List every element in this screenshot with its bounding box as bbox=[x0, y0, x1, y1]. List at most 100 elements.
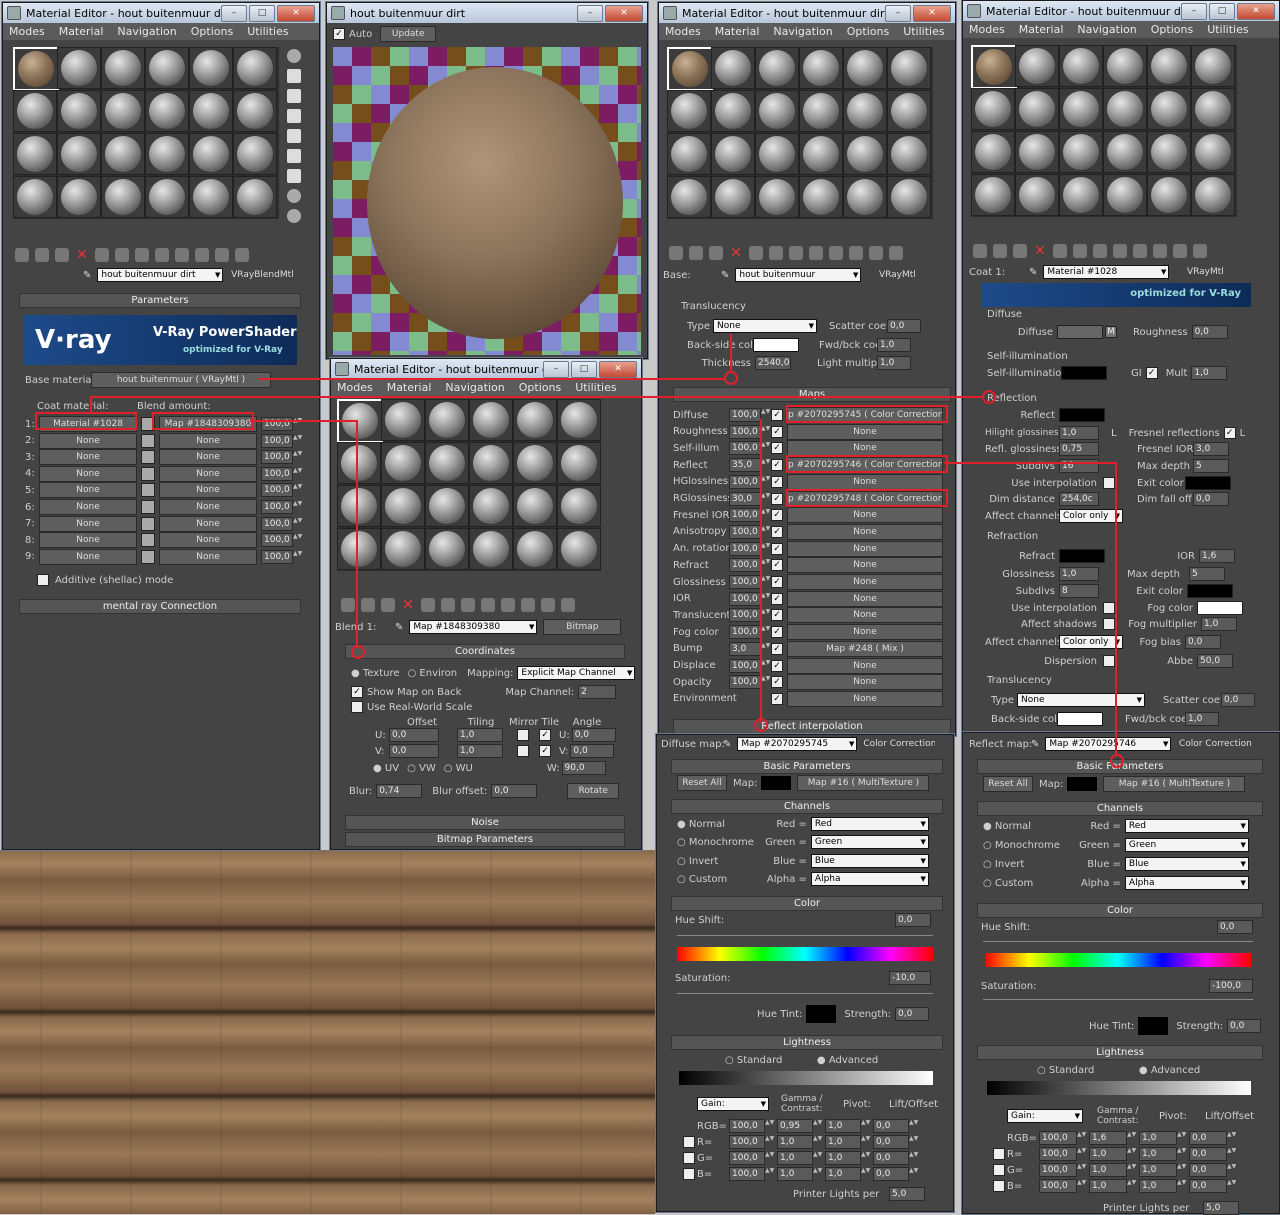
go-to-parent-icon[interactable] bbox=[541, 598, 555, 612]
close-button[interactable]: ✕ bbox=[605, 5, 643, 22]
sample-slot[interactable] bbox=[667, 47, 713, 91]
map-slot-button[interactable]: None bbox=[787, 507, 943, 524]
bitmap-map-name[interactable]: Map #1848309380 bbox=[409, 620, 538, 634]
put-material-icon[interactable] bbox=[35, 248, 49, 262]
sample-slot[interactable] bbox=[513, 399, 557, 441]
v-tile-checkbox[interactable]: ✓ bbox=[539, 745, 551, 757]
gain-value-field[interactable]: 0,0 bbox=[1189, 1179, 1227, 1193]
go-to-parent-icon[interactable] bbox=[869, 246, 883, 260]
gain-value-field[interactable]: 0,0 bbox=[873, 1167, 909, 1181]
show-map-icon[interactable] bbox=[1133, 244, 1147, 258]
cc2-green-dropdown[interactable]: Green bbox=[1124, 838, 1249, 852]
sample-slot[interactable] bbox=[425, 399, 469, 441]
sample-slot[interactable] bbox=[799, 90, 843, 132]
glossiness-field[interactable]: 1,0 bbox=[1059, 567, 1099, 581]
put-to-library-icon[interactable] bbox=[461, 598, 475, 612]
minimize-button[interactable]: – bbox=[221, 5, 247, 22]
sample-slot[interactable] bbox=[1147, 88, 1191, 130]
map-slot-button[interactable]: None bbox=[787, 523, 943, 540]
cc1-normal-radio[interactable]: ● bbox=[677, 819, 689, 830]
cc2-map-button[interactable]: Map #16 ( MultiTexture ) bbox=[1103, 776, 1246, 792]
sample-slot[interactable] bbox=[1059, 174, 1103, 216]
map-amount-field[interactable]: 100,0 bbox=[729, 474, 761, 489]
map-amount-field[interactable]: 100,0 bbox=[729, 408, 761, 422]
blend-amount-field[interactable]: 100,0 bbox=[261, 483, 293, 498]
cc1-saturation-slider[interactable] bbox=[677, 987, 933, 994]
spinner-icon[interactable]: ▲▼ bbox=[1077, 1164, 1086, 1176]
menu-material[interactable]: Material bbox=[715, 25, 760, 38]
material-name-field[interactable]: hout buitenmuur dirt bbox=[97, 268, 224, 282]
fog-bias-field[interactable]: 0,0 bbox=[1185, 635, 1221, 649]
bitmap-type-button[interactable]: Bitmap bbox=[543, 619, 622, 635]
spinner-icon[interactable]: ▲▼ bbox=[1227, 1164, 1236, 1176]
vw-radio[interactable]: ○ bbox=[407, 763, 419, 774]
refl-gloss-field[interactable]: 0,75 bbox=[1059, 442, 1099, 456]
menu-modes[interactable]: Modes bbox=[969, 23, 1005, 36]
sample-slot[interactable] bbox=[381, 485, 425, 527]
sample-type-icon[interactable] bbox=[287, 49, 301, 63]
sample-slot[interactable] bbox=[57, 47, 101, 89]
sample-slot[interactable] bbox=[1191, 174, 1235, 216]
sample-slot[interactable] bbox=[843, 133, 887, 175]
sample-slot[interactable] bbox=[469, 442, 513, 484]
max-depth2-field[interactable]: 5 bbox=[1189, 567, 1225, 581]
menu-utilities[interactable]: Utilities bbox=[575, 381, 616, 394]
map-amount-field[interactable]: 35,0 bbox=[729, 458, 761, 473]
cc1-strength-field[interactable]: 0,0 bbox=[895, 1007, 930, 1021]
v-angle-field[interactable]: 0,0 bbox=[570, 744, 615, 758]
spinner-icon[interactable]: ▲▼ bbox=[293, 501, 302, 513]
cc1-alpha-dropdown[interactable]: Alpha bbox=[810, 872, 929, 886]
mult-field[interactable]: 1,0 bbox=[1191, 366, 1228, 380]
sample-slot[interactable] bbox=[57, 176, 101, 218]
sample-slot[interactable] bbox=[189, 47, 233, 89]
menu-options[interactable]: Options bbox=[519, 381, 561, 394]
sample-slot[interactable] bbox=[381, 399, 425, 441]
coat-color-swatch[interactable] bbox=[141, 466, 155, 481]
cc1-channels-rollout[interactable]: Channels bbox=[671, 799, 943, 814]
cc1-map-swatch[interactable] bbox=[761, 776, 792, 790]
gain-channel-checkbox[interactable] bbox=[993, 1180, 1005, 1192]
go-forward-icon[interactable] bbox=[1193, 244, 1207, 258]
affect-channels-dropdown[interactable]: Color only bbox=[1059, 509, 1123, 523]
spinner-icon[interactable]: ▲▼ bbox=[293, 434, 302, 447]
diffuse-map-button[interactable]: M bbox=[1105, 326, 1117, 338]
spinner-icon[interactable]: ▲▼ bbox=[813, 1168, 822, 1180]
ior-field[interactable]: 1,6 bbox=[1199, 549, 1235, 563]
eyedropper-icon[interactable]: ✎ bbox=[395, 622, 403, 633]
put-material-icon[interactable] bbox=[361, 598, 375, 612]
gain-channel-checkbox[interactable] bbox=[993, 1148, 1005, 1160]
uv-radio[interactable]: ● bbox=[373, 763, 385, 774]
sample-slot[interactable] bbox=[557, 528, 601, 570]
show-end-result-icon[interactable] bbox=[521, 598, 535, 612]
sample-slot[interactable] bbox=[513, 528, 557, 570]
spinner-icon[interactable]: ▲▼ bbox=[909, 1136, 918, 1148]
coat-material-button[interactable]: None bbox=[39, 465, 137, 482]
abbe-field[interactable]: 50,0 bbox=[1197, 654, 1233, 668]
assign-material-icon[interactable] bbox=[55, 248, 69, 262]
sample-slot[interactable] bbox=[711, 133, 755, 175]
reset-map-icon[interactable]: ✕ bbox=[1033, 244, 1047, 258]
hilight-field[interactable]: 1,0 bbox=[1059, 426, 1099, 440]
cc1-reset-button[interactable]: Reset All bbox=[677, 775, 727, 791]
spinner-icon[interactable]: ▲▼ bbox=[909, 1168, 918, 1180]
show-map-icon[interactable] bbox=[175, 248, 189, 262]
affect-channels2-dropdown[interactable]: Color only bbox=[1059, 635, 1123, 649]
refract-swatch[interactable] bbox=[1059, 549, 1105, 563]
eyedropper-icon[interactable]: ✎ bbox=[723, 739, 731, 750]
coat-material-button[interactable]: None bbox=[39, 515, 137, 532]
coat-color-swatch[interactable] bbox=[141, 450, 155, 465]
spinner-icon[interactable]: ▲▼ bbox=[1077, 1180, 1086, 1192]
cc1-standard-radio[interactable]: ○ bbox=[725, 1055, 737, 1066]
blend-map-button[interactable]: None bbox=[159, 499, 257, 515]
sample-slot[interactable] bbox=[337, 528, 381, 570]
v-mirror-checkbox[interactable] bbox=[517, 745, 529, 757]
diffuse-swatch[interactable] bbox=[1057, 325, 1103, 339]
cc1-color-rollout[interactable]: Color bbox=[671, 896, 943, 911]
parameters-rollout[interactable]: Parameters bbox=[19, 293, 301, 308]
material-id-icon[interactable] bbox=[1113, 244, 1127, 258]
spinner-icon[interactable]: ▲▼ bbox=[765, 1168, 774, 1180]
close-button[interactable]: ✕ bbox=[599, 361, 637, 378]
sample-slot[interactable] bbox=[381, 442, 425, 484]
coat-color-swatch[interactable] bbox=[141, 533, 155, 548]
go-to-parent-icon[interactable] bbox=[1173, 244, 1187, 258]
